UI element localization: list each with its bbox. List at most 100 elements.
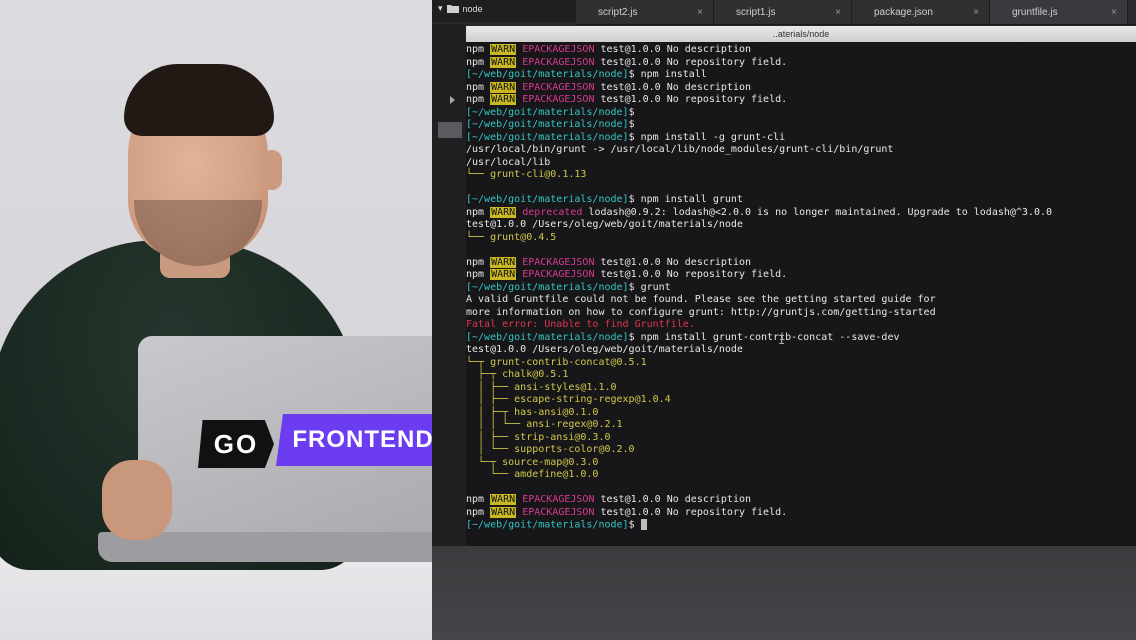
terminal-line: npm WARN EPACKAGEJSON test@1.0.0 No desc… (466, 81, 752, 94)
terminal-text: $ (628, 106, 635, 118)
terminal-text: │ └── supports-color@0.2.0 (466, 444, 635, 455)
terminal-output[interactable]: npm WARN EPACKAGEJSON test@1.0.0 No desc… (466, 42, 1136, 546)
terminal-text: test@1.0.0 No repository field. (594, 506, 788, 518)
terminal-text: npm (466, 494, 491, 505)
terminal-line: npm WARN EPACKAGEJSON test@1.0.0 No desc… (466, 44, 751, 56)
terminal-line: npm WARN EPACKAGEJSON test@1.0.0 No desc… (466, 256, 752, 269)
terminal-line: └─┬ grunt-contrib-concat@0.5.1 (466, 357, 647, 369)
warn-badge: WARN (490, 256, 517, 268)
tab-bar: script2.js × script1.js × package.json ×… (576, 0, 1136, 25)
terminal-line: test@1.0.0 /Users/oleg/web/goit/material… (466, 344, 743, 356)
shell-prompt: [~/web/goit/materials/node] (466, 281, 629, 293)
terminal-line: └─┬ source-map@0.3.0 (466, 457, 598, 469)
folder-label: node (462, 3, 483, 14)
folder-row[interactable]: ▾ node (438, 3, 483, 14)
warn-badge: WARN (490, 94, 517, 105)
close-icon[interactable]: × (973, 7, 979, 18)
terminal-text: EPACKAGEJSON (522, 94, 595, 105)
shell-prompt: [~/web/goit/materials/node] (466, 69, 629, 80)
terminal-text: EPACKAGEJSON (522, 256, 595, 268)
terminal-line: [~/web/goit/materials/node]$ (466, 519, 647, 531)
terminal-text: EPACKAGEJSON (522, 494, 595, 505)
terminal-text: EPACKAGEJSON (522, 81, 595, 93)
shell-prompt: [~/web/goit/materials/node] (466, 119, 629, 130)
code-editor: ▾ node script2.js × script1.js × package… (432, 0, 1136, 640)
tab-gruntfile[interactable]: gruntfile.js × (990, 0, 1128, 24)
terminal-text: test@1.0.0 No repository field. (594, 94, 788, 105)
warn-badge: WARN (490, 81, 517, 93)
terminal-text: └── grunt@0.4.5 (466, 231, 557, 243)
terminal-text: npm (466, 269, 491, 280)
tab-label: gruntfile.js (1012, 6, 1058, 18)
chevron-down-icon: ▾ (438, 3, 443, 13)
terminal-text: $ (628, 519, 641, 531)
warn-badge: WARN (490, 269, 517, 280)
terminal-text: test@1.0.0 No description (594, 494, 752, 505)
terminal-line: [~/web/goit/materials/node]$ (466, 107, 635, 119)
selected-file-item[interactable] (438, 122, 462, 138)
terminal-line: [~/web/goit/materials/node]$ grunt (466, 282, 671, 294)
terminal-line: npm WARN EPACKAGEJSON test@1.0.0 No desc… (466, 494, 751, 506)
terminal-line: │ └── supports-color@0.2.0 (466, 444, 635, 456)
terminal-line: /usr/local/lib (466, 157, 550, 169)
terminal-text: EPACKAGEJSON (522, 56, 595, 68)
tab-label: package.json (874, 6, 933, 18)
close-icon[interactable]: × (697, 7, 703, 18)
terminal-line: ├─┬ chalk@0.5.1 (466, 369, 568, 381)
terminal-text: test@1.0.0 No description (594, 44, 752, 55)
terminal-line: │ │ └── ansi-regex@0.2.1 (466, 419, 623, 431)
shell-prompt: [~/web/goit/materials/node] (466, 194, 629, 205)
terminal-text: │ ├── strip-ansi@0.3.0 (466, 431, 611, 443)
terminal-line: │ ├── strip-ansi@0.3.0 (466, 431, 611, 444)
close-icon[interactable]: × (835, 7, 841, 18)
terminal-line: more information on how to configure gru… (466, 307, 936, 319)
terminal-line: │ ├── ansi-styles@1.1.0 (466, 381, 617, 394)
terminal-text: more information on how to configure gru… (466, 306, 936, 318)
terminal-text: test@1.0.0 No description (594, 256, 752, 268)
terminal-line: npm WARN EPACKAGEJSON test@1.0.0 No repo… (466, 506, 788, 519)
logo-frontend: FRONTEND (276, 414, 432, 466)
terminal-line: npm WARN EPACKAGEJSON test@1.0.0 No repo… (466, 94, 787, 106)
terminal-line: [~/web/goit/materials/node]$ (466, 119, 635, 131)
tab-script2[interactable]: script2.js × (576, 0, 714, 24)
terminal-line: └── grunt@0.4.5 (466, 232, 556, 244)
terminal-text: test@1.0.0 No description (594, 81, 752, 93)
terminal-text: test@1.0.0 No repository field. (594, 269, 788, 280)
terminal-line: A valid Gruntfile could not be found. Pl… (466, 294, 936, 306)
terminal-line: test@1.0.0 /Users/oleg/web/goit/material… (466, 219, 743, 231)
terminal-text: test@1.0.0 /Users/oleg/web/goit/material… (466, 344, 743, 355)
terminal-text: │ ├── escape-string-regexp@1.0.4 (466, 394, 671, 405)
terminal-text: npm (466, 56, 491, 68)
terminal-text: EPACKAGEJSON (522, 44, 595, 55)
terminal-text: $ npm install grunt (628, 194, 743, 205)
terminal-text: ├─┬ chalk@0.5.1 (466, 369, 569, 380)
terminal-text: lodash@0.9.2: lodash@<2.0.0 is no longer… (582, 206, 1053, 218)
tab-script1[interactable]: script1.js × (714, 0, 852, 24)
shell-prompt: [~/web/goit/materials/node] (466, 131, 629, 143)
terminal-text: /usr/local/lib (466, 156, 551, 168)
close-icon[interactable]: × (1111, 7, 1117, 18)
terminal-line: [~/web/goit/materials/node]$ npm install… (466, 194, 743, 206)
terminal-text: └─┬ source-map@0.3.0 (466, 456, 599, 468)
warn-badge: WARN (490, 206, 517, 218)
terminal-line: npm WARN EPACKAGEJSON test@1.0.0 No repo… (466, 56, 787, 69)
terminal-line: [~/web/goit/materials/node]$ npm install… (466, 132, 785, 144)
terminal-text: $ npm install grunt-contrib-concat --sav… (628, 331, 900, 343)
terminal-text: $ npm install -g grunt-cli (628, 131, 786, 143)
warn-badge: WARN (490, 44, 517, 55)
terminal-text: npm (466, 206, 491, 218)
terminal-cursor (640, 519, 647, 530)
terminal-text: $ npm install (628, 69, 707, 80)
terminal-text: │ │ └── ansi-regex@0.2.1 (466, 419, 623, 430)
editor-lower-area (432, 546, 1136, 640)
terminal-title-bar: ..aterials/node (466, 26, 1136, 42)
terminal-line: └── amdefine@1.0.0 (466, 469, 598, 481)
terminal-line: [~/web/goit/materials/node]$ npm install (466, 69, 707, 81)
chevron-right-icon[interactable] (450, 96, 455, 104)
warn-badge: WARN (490, 494, 517, 505)
tab-label: script2.js (598, 6, 638, 18)
terminal-text: npm (466, 256, 491, 268)
shell-prompt: [~/web/goit/materials/node] (466, 519, 629, 531)
tab-package-json[interactable]: package.json × (852, 0, 990, 24)
terminal-text: │ ├── ansi-styles@1.1.0 (466, 381, 617, 393)
